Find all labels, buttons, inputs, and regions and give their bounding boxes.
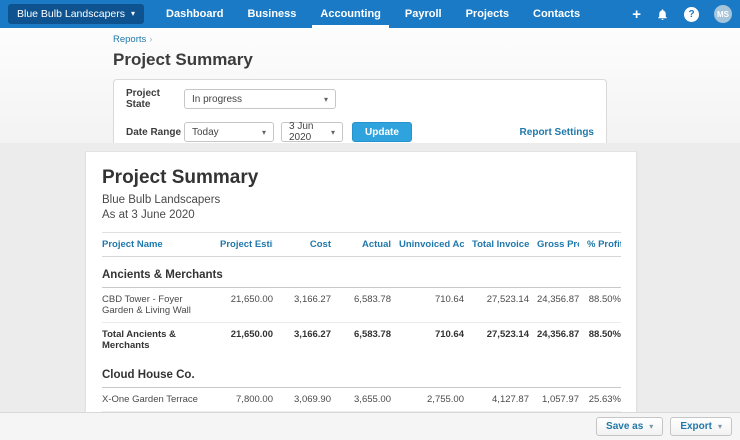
report-as-at-date: As at 3 June 2020 <box>102 209 195 221</box>
value-cell: 88.50% <box>579 287 621 323</box>
export-button[interactable]: Export ▾ <box>670 417 732 436</box>
date-range-row: Date Range Today ▾ 3 Jun 2020 ▾ Update R… <box>126 121 594 143</box>
report-filter-panel: Project State In progress ▾ Date Range T… <box>113 79 607 153</box>
total-value-cell: 6,583.78 <box>354 329 391 340</box>
project-name-cell: X-One Garden Terrace <box>102 387 212 412</box>
date-range-label: Date Range <box>126 126 182 138</box>
total-value-cell: 21,650.00 <box>230 329 273 340</box>
report-title: Project Summary <box>102 167 259 188</box>
value-cell: 3,655.00 <box>331 387 391 412</box>
project-state-value: In progress <box>192 93 243 105</box>
chevron-down-icon: ▾ <box>717 422 722 431</box>
group-heading-row: Ancients & Merchants <box>102 256 621 288</box>
main-content: Project Summary Blue Bulb Landscapers As… <box>0 143 740 440</box>
notifications-bell-icon[interactable] <box>656 8 669 21</box>
add-icon[interactable]: + <box>632 7 641 22</box>
total-value-cell: 710.64 <box>434 329 464 340</box>
chevron-down-icon: ▾ <box>649 422 654 431</box>
report-header-section: Reports › Project Summary Project State I… <box>0 28 740 153</box>
date-value: 3 Jun 2020 <box>289 121 314 143</box>
value-cell: 4,127.87 <box>464 387 529 412</box>
column-header-gross-profit: Gross Profit <box>529 232 579 257</box>
total-value-cell: 27,523.14 <box>486 329 529 340</box>
total-value-cell: 88.50% <box>588 329 621 340</box>
column-header-total-invoiced: Total Invoiced <box>464 232 529 257</box>
nav-right-icons: + ? MS <box>632 0 732 28</box>
report-org-name: Blue Bulb Landscapers <box>102 194 221 206</box>
user-avatar[interactable]: MS <box>714 5 732 23</box>
total-value-cell: 3,166.27 <box>294 329 331 340</box>
nav-item-dashboard[interactable]: Dashboard <box>166 0 223 28</box>
chevron-down-icon: ▾ <box>323 94 328 104</box>
value-cell: 3,166.27 <box>273 287 331 323</box>
save-as-label: Save as <box>606 421 644 432</box>
table-row: CBD Tower - Foyer Garden & Living Wall 21… <box>102 287 621 323</box>
nav-item-projects[interactable]: Projects <box>466 0 509 28</box>
report-card: Project Summary Blue Bulb Landscapers As… <box>85 151 637 440</box>
report-settings-link[interactable]: Report Settings <box>520 127 594 138</box>
org-selector-label: Blue Bulb Landscapers <box>17 8 125 20</box>
chevron-down-icon: ▾ <box>131 9 136 18</box>
value-cell: 710.64 <box>391 287 464 323</box>
column-header--profit: % Profit <box>579 232 621 257</box>
nav-item-contacts[interactable]: Contacts <box>533 0 580 28</box>
org-selector-button[interactable]: Blue Bulb Landscapers ▾ <box>8 4 145 24</box>
footer-action-bar: Save as ▾ Export ▾ <box>0 412 740 440</box>
value-cell: 21,650.00 <box>212 287 273 323</box>
breadcrumb[interactable]: Reports › <box>113 34 740 45</box>
column-header-cost: Cost <box>273 232 331 257</box>
breadcrumb-separator: › <box>149 34 153 45</box>
update-button[interactable]: Update <box>352 122 412 142</box>
column-header-project-estimate: Project Estimate <box>212 232 273 257</box>
nav-item-business[interactable]: Business <box>247 0 296 28</box>
help-icon[interactable]: ? <box>684 6 699 22</box>
project-state-label: Project State <box>126 88 160 110</box>
column-header-project-name: Project Name <box>102 232 212 257</box>
date-select[interactable]: 3 Jun 2020 ▾ <box>281 121 343 143</box>
nav-item-accounting[interactable]: Accounting <box>312 0 389 28</box>
value-cell: 27,523.14 <box>464 287 529 323</box>
total-label-cell: Total Ancients & Merchants <box>102 329 176 351</box>
date-range-select[interactable]: Today ▾ <box>184 122 274 142</box>
group-heading-row: Cloud House Co. <box>102 357 621 388</box>
page-title: Project Summary <box>113 50 253 69</box>
project-state-row: Project State In progress ▾ <box>126 88 594 110</box>
value-cell: 1,057.97 <box>529 387 579 412</box>
top-nav: Blue Bulb Landscapers ▾ Dashboard Busines… <box>0 0 740 28</box>
save-as-button[interactable]: Save as ▾ <box>596 417 664 436</box>
project-name-cell: CBD Tower - Foyer Garden & Living Wall <box>102 287 212 323</box>
total-value-cell: 24,356.87 <box>537 329 580 340</box>
value-cell: 6,583.78 <box>331 287 391 323</box>
breadcrumb-reports-link[interactable]: Reports <box>113 34 146 45</box>
export-label: Export <box>680 421 712 432</box>
column-header-uninvoiced-actuals: Uninvoiced Actuals <box>391 232 464 257</box>
table-header-row: Project NameProject EstimateCostActualUn… <box>102 232 621 257</box>
group-name: Cloud House Co. <box>102 357 621 388</box>
group-total-row: Total Ancients & Merchants 21,650.00 3,166… <box>102 323 621 358</box>
chevron-down-icon: ▾ <box>330 127 335 137</box>
value-cell: 25.63% <box>579 387 621 412</box>
value-cell: 24,356.87 <box>529 287 579 323</box>
nav-menu: Dashboard Business Accounting Payroll Projec… <box>154 0 592 28</box>
chevron-down-icon: ▾ <box>261 127 266 137</box>
table-row: X-One Garden Terrace 7,800.00 3,069.90 3,65… <box>102 387 621 412</box>
project-summary-table: Project NameProject EstimateCostActualUn… <box>102 232 621 440</box>
group-name: Ancients & Merchants <box>102 256 621 288</box>
value-cell: 7,800.00 <box>212 387 273 412</box>
nav-item-payroll[interactable]: Payroll <box>405 0 442 28</box>
column-header-actual: Actual <box>331 232 391 257</box>
date-range-value: Today <box>192 126 219 138</box>
value-cell: 2,755.00 <box>391 387 464 412</box>
project-state-select[interactable]: In progress ▾ <box>184 89 336 109</box>
value-cell: 3,069.90 <box>273 387 331 412</box>
